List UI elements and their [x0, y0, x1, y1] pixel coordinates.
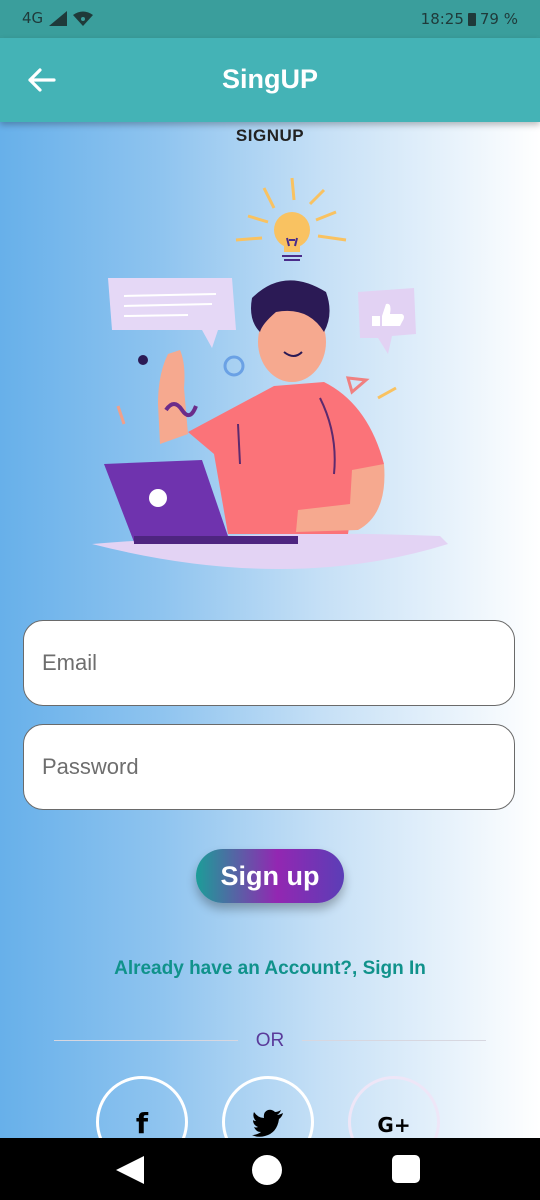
speech-bubble [108, 278, 236, 348]
email-input[interactable] [24, 621, 514, 705]
signal-icon [49, 10, 68, 26]
wifi-icon [73, 11, 94, 26]
battery-icon [467, 12, 476, 26]
network-type: 4G [22, 9, 44, 27]
signup-screen: SIGNUP Email Sign up Already have an Acc… [0, 122, 540, 1138]
sign-up-button[interactable]: Sign up [196, 849, 344, 903]
sign-in-link[interactable]: Already have an Account?, Sign In [0, 958, 540, 980]
lightbulb-icon [235, 177, 347, 261]
clock: 18:25 [420, 10, 464, 28]
battery-level: 79 % [479, 10, 518, 28]
app-bar: SingUP [0, 38, 540, 122]
or-label: OR [255, 1030, 285, 1051]
email-field[interactable] [23, 620, 515, 706]
page-heading: SIGNUP [235, 126, 305, 145]
facebook-button[interactable]: f [96, 1076, 188, 1138]
twitter-icon [252, 1109, 283, 1137]
nav-back-icon[interactable] [114, 1154, 146, 1186]
nav-home-icon[interactable] [251, 1154, 283, 1186]
twitter-button[interactable] [222, 1076, 314, 1138]
thumbs-up-icon [358, 288, 416, 354]
status-right: 18:25 79 % [421, 10, 518, 28]
google-plus-icon: G+ [377, 1113, 411, 1137]
navigation-bar [0, 1138, 540, 1200]
divider-line-right [302, 1040, 486, 1041]
facebook-icon: f [135, 1107, 149, 1138]
google-plus-button[interactable]: G+ [348, 1076, 440, 1138]
status-bar: 4G 18:25 79 % [0, 0, 540, 38]
password-field[interactable] [23, 724, 515, 810]
signup-illustration [92, 177, 448, 569]
nav-recents-icon[interactable] [391, 1154, 421, 1184]
app-title: SingUP [221, 64, 318, 94]
status-left: 4G [22, 9, 94, 27]
password-input[interactable] [24, 725, 514, 809]
or-divider: OR [54, 1028, 486, 1052]
